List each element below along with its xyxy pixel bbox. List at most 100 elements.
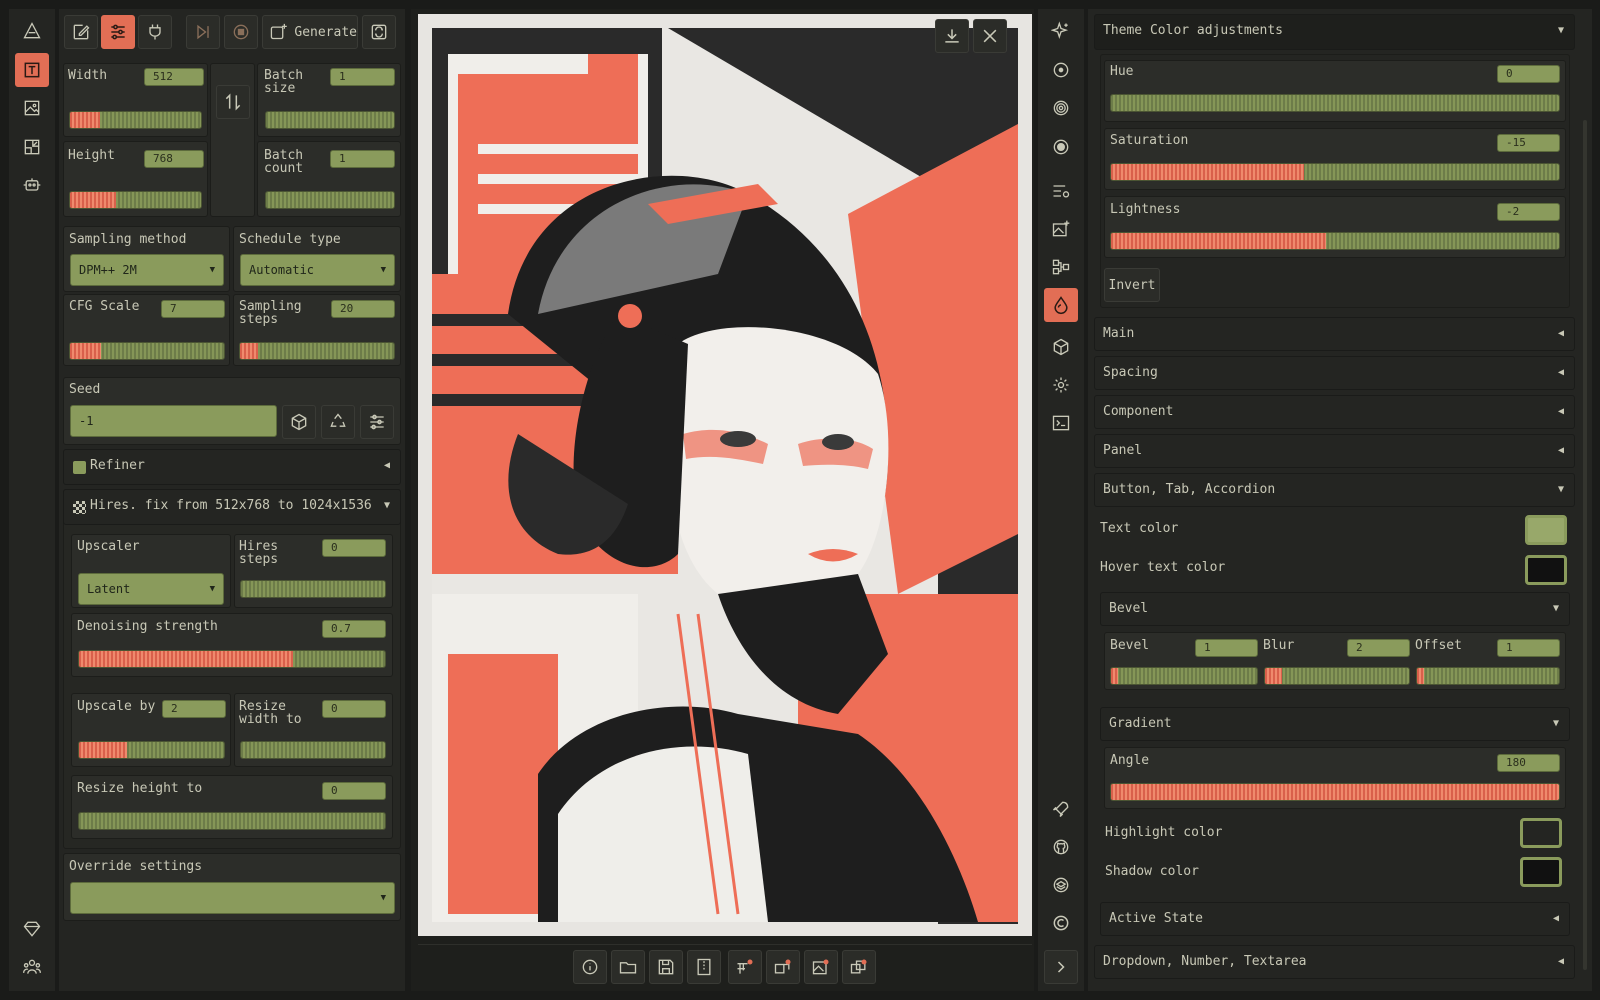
angle-slider[interactable] bbox=[1110, 783, 1560, 801]
generate-button[interactable]: Generate bbox=[262, 15, 358, 49]
info-icon[interactable] bbox=[573, 950, 607, 984]
upscaler-dropdown[interactable]: Latent ▼ bbox=[78, 573, 224, 605]
shadow-color-swatch[interactable] bbox=[1520, 857, 1562, 887]
denoise-slider[interactable] bbox=[78, 650, 386, 668]
lightness-slider[interactable] bbox=[1110, 232, 1560, 250]
seed-options-icon[interactable] bbox=[360, 405, 394, 439]
blur-input[interactable]: 2 bbox=[1347, 639, 1410, 657]
active-state-accordion[interactable]: Active State ◀ bbox=[1100, 902, 1570, 936]
nodes-icon[interactable] bbox=[1044, 250, 1078, 284]
stop-icon[interactable] bbox=[224, 15, 258, 49]
list-settings-icon[interactable] bbox=[1044, 174, 1078, 208]
resize-height-input[interactable]: 0 bbox=[322, 782, 386, 800]
saturation-slider[interactable] bbox=[1110, 163, 1560, 181]
width-input[interactable]: 512 bbox=[144, 68, 204, 86]
upscale-by-slider[interactable] bbox=[78, 741, 225, 759]
extras-icon[interactable] bbox=[15, 130, 49, 164]
dropdown-number-accordion[interactable]: Dropdown, Number, Textarea ◀ bbox=[1094, 945, 1575, 979]
hires-steps-input[interactable]: 0 bbox=[322, 539, 386, 557]
resize-width-input[interactable]: 0 bbox=[322, 700, 386, 718]
recycle-icon[interactable] bbox=[321, 405, 355, 439]
zip-icon[interactable] bbox=[687, 950, 721, 984]
seed-input[interactable]: -1 bbox=[70, 405, 277, 437]
swap-dimensions-icon[interactable] bbox=[216, 85, 250, 119]
schedule-type-dropdown[interactable]: Automatic ▼ bbox=[240, 254, 395, 286]
denoise-input[interactable]: 0.7 bbox=[322, 620, 386, 638]
theme-color-accordion[interactable]: Theme Color adjustments ▼ bbox=[1094, 14, 1575, 50]
download-icon[interactable] bbox=[935, 19, 969, 53]
cfg-input[interactable]: 7 bbox=[161, 300, 225, 318]
image-to-image-icon[interactable] bbox=[15, 91, 49, 125]
github-icon[interactable] bbox=[1044, 830, 1078, 864]
angle-input[interactable]: 180 bbox=[1497, 754, 1560, 772]
send-to-controlnet-icon[interactable] bbox=[842, 950, 876, 984]
gear-icon[interactable] bbox=[1044, 368, 1078, 402]
offset-input[interactable]: 1 bbox=[1497, 639, 1560, 657]
hires-steps-slider[interactable] bbox=[240, 580, 386, 598]
hue-slider[interactable] bbox=[1110, 94, 1560, 112]
scrollbar[interactable] bbox=[1583, 120, 1587, 970]
target-small-icon[interactable] bbox=[1044, 53, 1078, 87]
bevel-input[interactable]: 1 bbox=[1195, 639, 1258, 657]
component-accordion[interactable]: Component ◀ bbox=[1094, 395, 1575, 429]
close-icon[interactable] bbox=[973, 19, 1007, 53]
edit-icon[interactable] bbox=[64, 15, 98, 49]
loop-icon[interactable] bbox=[362, 15, 396, 49]
upscale-by-input[interactable]: 2 bbox=[162, 700, 226, 718]
height-input[interactable]: 768 bbox=[144, 150, 204, 168]
theme-drop-icon[interactable] bbox=[1044, 288, 1078, 322]
batch-count-slider[interactable] bbox=[265, 191, 395, 209]
gradient-accordion[interactable]: Gradient ▼ bbox=[1100, 707, 1570, 741]
offset-slider[interactable] bbox=[1416, 667, 1560, 685]
robot-icon[interactable] bbox=[15, 168, 49, 202]
height-slider[interactable] bbox=[69, 191, 202, 209]
cfg-slider[interactable] bbox=[69, 342, 225, 360]
override-dropdown[interactable]: ▼ bbox=[70, 882, 395, 914]
resize-height-slider[interactable] bbox=[78, 812, 386, 830]
save-icon[interactable] bbox=[649, 950, 683, 984]
target-icon[interactable] bbox=[1044, 130, 1078, 164]
brand-icon[interactable] bbox=[1044, 906, 1078, 940]
sampling-method-dropdown[interactable]: DPM++ 2M ▼ bbox=[70, 254, 224, 286]
layers-icon[interactable] bbox=[1044, 868, 1078, 902]
batch-size-input[interactable]: 1 bbox=[330, 68, 395, 86]
bevel-slider[interactable] bbox=[1110, 667, 1258, 685]
batch-count-input[interactable]: 1 bbox=[330, 150, 395, 168]
hires-accordion[interactable]: Hires. fix from 512x768 to 1024x1536 ▼ bbox=[63, 489, 401, 525]
hires-checkbox[interactable] bbox=[73, 501, 86, 514]
rocket-icon[interactable] bbox=[1044, 792, 1078, 826]
hover-text-color-swatch[interactable] bbox=[1525, 555, 1567, 585]
plug-icon[interactable] bbox=[138, 15, 172, 49]
blur-slider[interactable] bbox=[1264, 667, 1410, 685]
hue-input[interactable]: 0 bbox=[1497, 65, 1560, 83]
refiner-accordion[interactable]: Refiner ◀ bbox=[63, 449, 401, 485]
main-accordion[interactable]: Main ◀ bbox=[1094, 317, 1575, 351]
folder-icon[interactable] bbox=[611, 950, 645, 984]
send-to-inpaint-icon[interactable] bbox=[766, 950, 800, 984]
refiner-checkbox[interactable] bbox=[73, 461, 86, 474]
steps-slider[interactable] bbox=[239, 342, 395, 360]
lightness-input[interactable]: -2 bbox=[1497, 203, 1560, 221]
sliders-icon[interactable] bbox=[101, 15, 135, 49]
image-plus-icon[interactable] bbox=[1044, 212, 1078, 246]
logo-icon[interactable] bbox=[15, 14, 49, 48]
button-accordion[interactable]: Button, Tab, Accordion ▼ bbox=[1094, 473, 1575, 507]
panel-accordion[interactable]: Panel ◀ bbox=[1094, 434, 1575, 468]
send-to-img2img-icon[interactable] bbox=[728, 950, 762, 984]
bevel-accordion[interactable]: Bevel ▼ bbox=[1100, 592, 1570, 626]
generated-image[interactable] bbox=[418, 14, 1032, 936]
chevron-right-icon[interactable] bbox=[1044, 950, 1078, 984]
dice-icon[interactable] bbox=[282, 405, 316, 439]
highlight-color-swatch[interactable] bbox=[1520, 818, 1562, 848]
batch-size-slider[interactable] bbox=[265, 111, 395, 129]
steps-input[interactable]: 20 bbox=[331, 300, 395, 318]
cube-icon[interactable] bbox=[1044, 330, 1078, 364]
people-icon[interactable] bbox=[15, 950, 49, 984]
saturation-input[interactable]: -15 bbox=[1497, 134, 1560, 152]
send-to-extras-icon[interactable] bbox=[804, 950, 838, 984]
resize-width-slider[interactable] bbox=[240, 741, 386, 759]
width-slider[interactable] bbox=[69, 111, 202, 129]
text-color-swatch[interactable] bbox=[1525, 515, 1567, 545]
terminal-icon[interactable] bbox=[1044, 406, 1078, 440]
skip-icon[interactable] bbox=[186, 15, 220, 49]
